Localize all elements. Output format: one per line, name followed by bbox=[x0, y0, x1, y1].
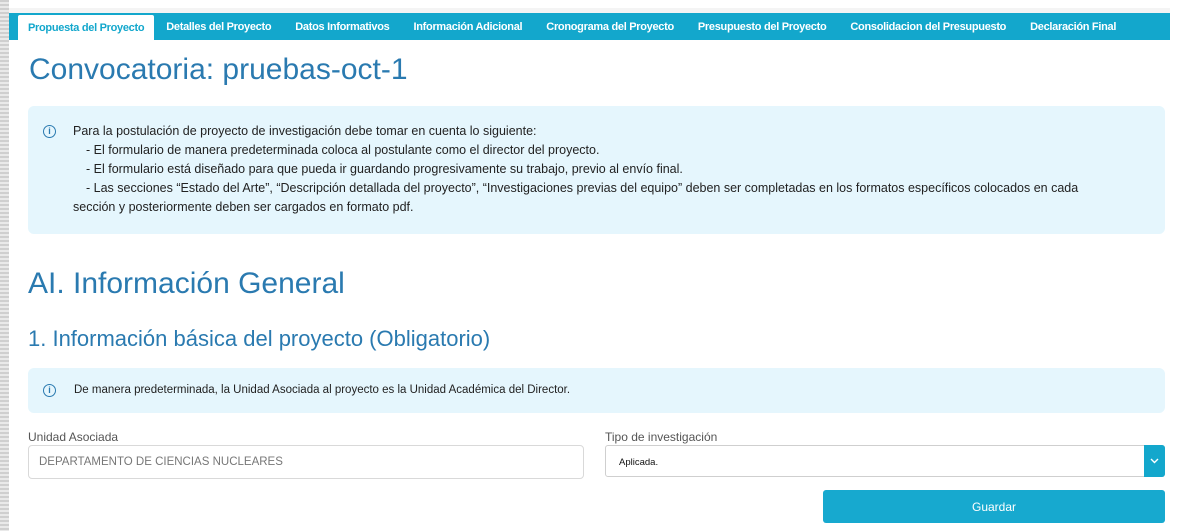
tab-informacion-adicional[interactable]: Información Adicional bbox=[401, 13, 534, 40]
tipo-investigacion-label: Tipo de investigación bbox=[605, 430, 718, 444]
unidad-asociada-field[interactable] bbox=[28, 445, 584, 479]
notice-line-1: - El formulario de manera predeterminada… bbox=[86, 143, 600, 157]
tab-cronograma-del-proyecto[interactable]: Cronograma del Proyecto bbox=[534, 13, 686, 40]
info-icon: i bbox=[43, 384, 56, 397]
tab-consolidacion-del-presupuesto[interactable]: Consolidacion del Presupuesto bbox=[838, 13, 1018, 40]
unidad-info-text: De manera predeterminada, la Unidad Asoc… bbox=[74, 384, 571, 396]
instructions-text: Para la postulación de proyecto de inves… bbox=[73, 122, 1148, 217]
notice-line-3-continued: sección y posteriormente deben ser carga… bbox=[73, 200, 414, 214]
tab-detalles-del-proyecto[interactable]: Detalles del Proyecto bbox=[154, 13, 283, 40]
info-icon: i bbox=[43, 125, 56, 138]
tab-datos-informativos[interactable]: Datos Informativos bbox=[283, 13, 401, 40]
tipo-investigacion-value: Aplicada. bbox=[619, 457, 659, 468]
notice-line-3: - Las secciones “Estado del Arte”, “Desc… bbox=[86, 181, 1079, 195]
instructions-notice: i Para la postulación de proyecto de inv… bbox=[28, 106, 1165, 234]
chevron-down-icon[interactable] bbox=[1144, 445, 1165, 477]
section-title: AI. Información General bbox=[28, 267, 345, 300]
notice-line-2: - El formulario está diseñado para que p… bbox=[86, 162, 683, 176]
unidad-info-note: i De manera predeterminada, la Unidad As… bbox=[28, 368, 1165, 413]
page-title: Convocatoria: pruebas-oct-1 bbox=[29, 53, 408, 86]
tab-presupuesto-del-proyecto[interactable]: Presupuesto del Proyecto bbox=[686, 13, 839, 40]
subsection-title: 1. Información básica del proyecto (Obli… bbox=[28, 326, 491, 351]
left-frame-border bbox=[0, 0, 9, 531]
unidad-asociada-label: Unidad Asociada bbox=[28, 430, 119, 444]
notice-intro: Para la postulación de proyecto de inves… bbox=[73, 124, 537, 138]
tab-declaracion-final[interactable]: Declaración Final bbox=[1018, 13, 1128, 40]
save-button[interactable]: Guardar bbox=[823, 490, 1165, 523]
tab-bar: Propuesta del Proyecto Detalles del Proy… bbox=[9, 13, 1170, 40]
tab-propuesta-del-proyecto[interactable]: Propuesta del Proyecto bbox=[18, 15, 155, 40]
tipo-investigacion-select[interactable]: Aplicada. bbox=[605, 445, 1165, 477]
